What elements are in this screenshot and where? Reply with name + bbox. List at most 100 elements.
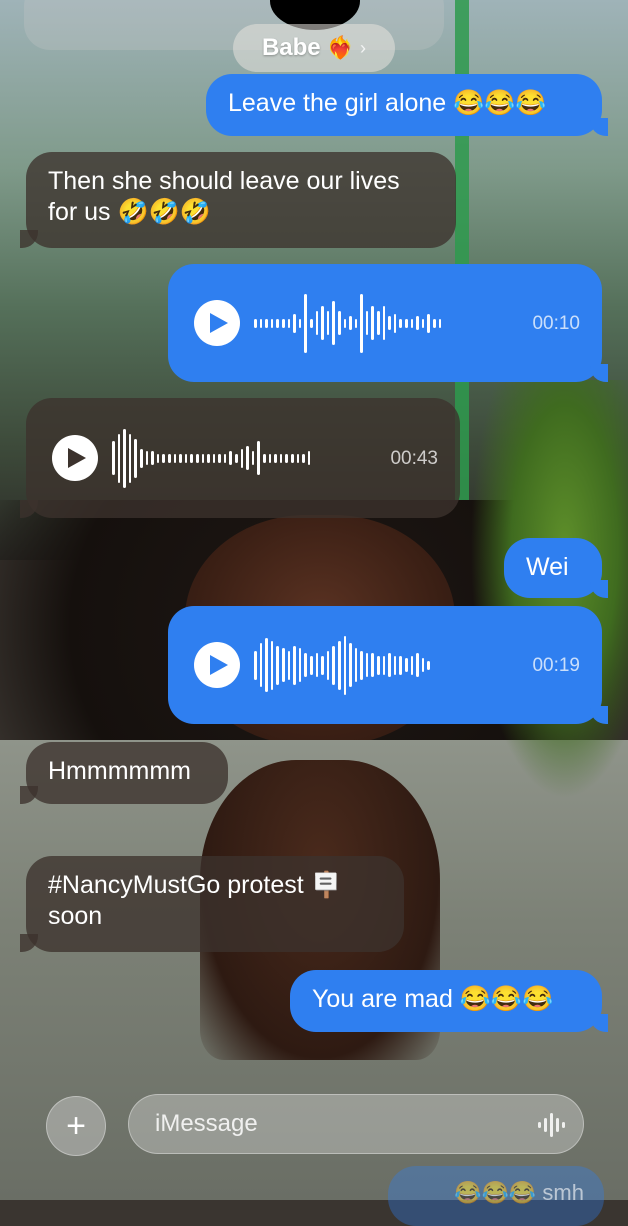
waveform-bar (309, 318, 313, 328)
waveform-bar (268, 453, 272, 463)
waveform-bar (326, 650, 330, 680)
plus-icon: + (66, 1107, 86, 1145)
received-audio-message[interactable]: 00:43 (20, 398, 460, 518)
play-icon (68, 448, 86, 468)
play-button[interactable] (52, 435, 98, 481)
contact-name: Babe (261, 34, 321, 61)
waveform-bar (281, 648, 285, 682)
waveform-bar (337, 311, 341, 335)
waveform-bar (377, 655, 380, 675)
waveform-bar (304, 293, 307, 353)
waveform-bar (291, 453, 294, 463)
waveform-bar (201, 453, 205, 463)
waveform-bar (427, 313, 430, 333)
waveform-bar (354, 648, 358, 682)
sent-audio-message[interactable]: 00:10 (168, 264, 608, 382)
waveform-bar (354, 318, 358, 328)
waveform-bar (184, 453, 188, 463)
waveform-bar (410, 318, 414, 328)
chevron-right-icon: › (360, 37, 367, 58)
audio-waveform (112, 428, 376, 488)
waveform-bar (382, 306, 386, 340)
received-message[interactable]: #NancyMustGo protest 🪧 soon (20, 856, 404, 952)
waveform-bar (438, 318, 442, 328)
waveform-bar (399, 318, 403, 328)
message-text: Hmmmmmm (48, 757, 192, 785)
waveform-bar (343, 635, 347, 695)
message-text: Then she should leave our lives for us 🤣… (48, 167, 400, 226)
waveform-bar (156, 453, 160, 463)
waveform-bar (315, 311, 319, 335)
audio-duration: 00:10 (532, 312, 580, 334)
waveform-bar (139, 448, 143, 468)
waveform-bar (405, 658, 408, 672)
waveform-bar (388, 653, 391, 677)
waveform-bar (399, 655, 403, 675)
waveform-bar (293, 313, 296, 333)
waveform-bar (162, 453, 165, 463)
waveform-bar (298, 648, 302, 682)
waveform-bar (270, 640, 274, 690)
waveform-bar (281, 318, 285, 328)
audio-duration: 00:19 (532, 654, 580, 676)
waveform-bar (405, 318, 408, 328)
waveform-bar (173, 453, 177, 463)
waveform-bar (190, 453, 193, 463)
waveform-bar (360, 650, 363, 680)
received-message[interactable]: Then she should leave our lives for us 🤣… (20, 152, 456, 248)
waveform-bar (279, 453, 283, 463)
waveform-bar (416, 653, 419, 677)
waveform-bar (371, 653, 375, 677)
next-message-ghost: 😂😂😂 smh (388, 1166, 604, 1226)
waveform-bar (167, 453, 171, 463)
play-button[interactable] (194, 300, 240, 346)
received-message[interactable]: Hmmmmmm (20, 742, 228, 804)
sent-message[interactable]: Wei (504, 538, 608, 598)
contact-header[interactable]: Babe ❤️‍🔥 › (233, 24, 395, 72)
waveform-bar (416, 316, 419, 330)
waveform-bar (427, 660, 430, 670)
waveform-bar (112, 441, 115, 475)
waveform-bar (246, 446, 249, 470)
waveform-bar (296, 453, 300, 463)
waveform-bar (274, 453, 277, 463)
waveform-bar (117, 433, 121, 483)
waveform-bar (254, 318, 257, 328)
waveform-bar (276, 645, 279, 685)
waveform-bar (382, 655, 386, 675)
sent-message[interactable]: Leave the girl alone 😂😂😂 (206, 74, 608, 136)
waveform-bar (349, 643, 352, 687)
waveform-bar (287, 650, 291, 680)
waveform-bar (123, 428, 126, 488)
waveform-bar (321, 306, 324, 340)
waveform-bar (240, 448, 244, 468)
waveform-bar (263, 453, 266, 463)
waveform-bar (259, 318, 263, 328)
waveform-bar (265, 638, 268, 692)
audio-waveform (254, 293, 518, 353)
waveform-bar (259, 643, 263, 687)
waveform-bar (287, 318, 291, 328)
audio-record-icon[interactable] (537, 1112, 565, 1138)
sent-audio-message[interactable]: 00:19 (168, 606, 608, 724)
sent-message[interactable]: You are mad 😂😂😂 (290, 970, 608, 1032)
waveform-bar (307, 451, 311, 465)
waveform-bar (235, 453, 238, 463)
waveform-bar (321, 655, 324, 675)
waveform-bar (337, 640, 341, 690)
play-button[interactable] (194, 642, 240, 688)
waveform-bar (293, 645, 296, 685)
waveform-bar (151, 451, 154, 465)
waveform-bar (360, 293, 363, 353)
waveform-bar (421, 658, 425, 672)
waveform-bar (309, 655, 313, 675)
waveform-bar (349, 316, 352, 330)
message-text: Leave the girl alone 😂😂😂 (228, 89, 547, 117)
message-input[interactable]: iMessage (128, 1094, 584, 1154)
waveform-bar (315, 653, 319, 677)
add-attachment-button[interactable]: + (46, 1096, 106, 1156)
waveform-bar (388, 316, 391, 330)
waveform-bar (179, 453, 182, 463)
waveform-bar (332, 301, 335, 345)
waveform-bar (229, 451, 233, 465)
